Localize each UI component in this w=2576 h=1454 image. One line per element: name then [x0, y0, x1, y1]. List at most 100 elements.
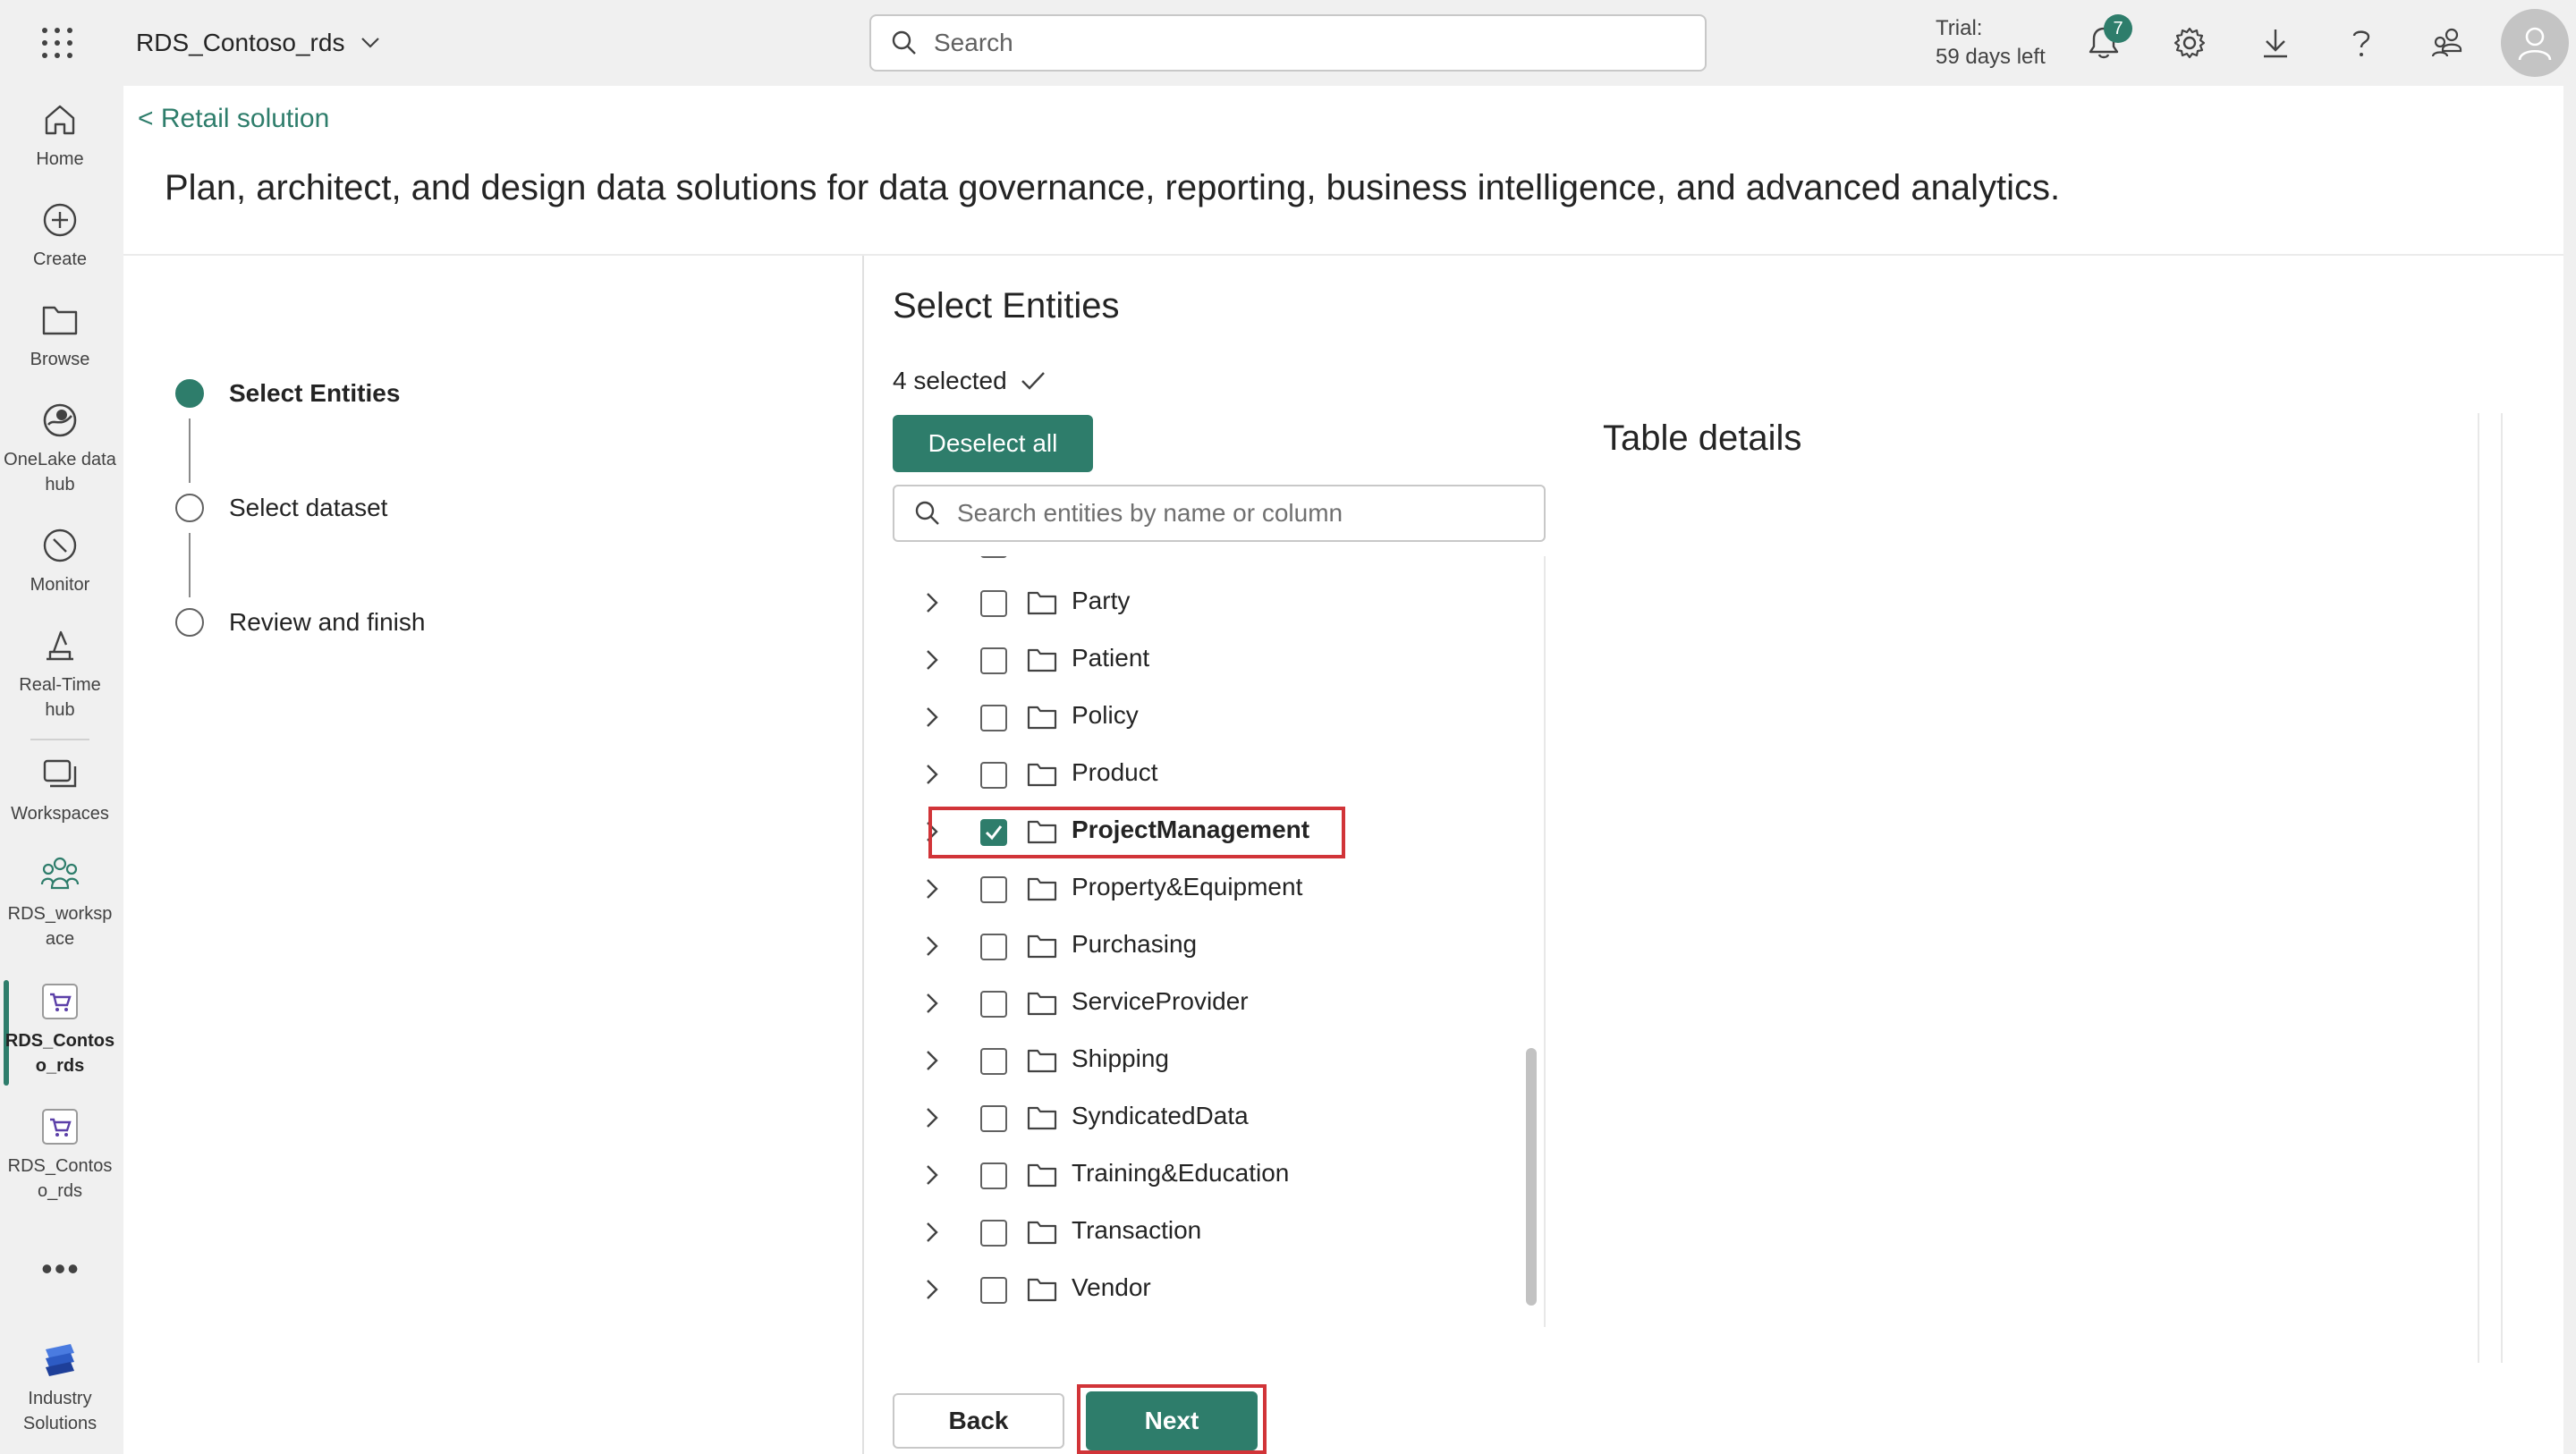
onelake-icon	[38, 399, 81, 442]
tree-row-serviceprovider[interactable]: ServiceProvider	[893, 975, 1519, 1032]
chevron-right-icon[interactable]	[919, 1162, 945, 1188]
chevron-right-icon[interactable]	[919, 1277, 945, 1302]
chevron-right-icon[interactable]	[919, 705, 945, 730]
next-button[interactable]: Next	[1086, 1391, 1258, 1450]
back-button[interactable]: Back	[893, 1393, 1064, 1449]
tree-row-purchasing[interactable]: Purchasing	[893, 917, 1519, 975]
step-review-and-finish: Review and finish	[175, 608, 425, 637]
rail-label: Browse	[30, 350, 90, 369]
workspace-name: RDS_Contoso_rds	[136, 29, 345, 56]
folder-icon	[1027, 590, 1057, 615]
tree-row-training-education[interactable]: Training&Education	[893, 1146, 1519, 1204]
cart-icon	[38, 980, 81, 1023]
entity-name: Transaction	[1072, 1216, 1202, 1244]
entity-checkbox[interactable]	[980, 1220, 1007, 1247]
entity-checkbox[interactable]	[980, 876, 1007, 903]
rail-more-button[interactable]: •••	[39, 1250, 82, 1288]
tree-row-patient[interactable]: Patient	[893, 631, 1519, 689]
notifications-button[interactable]: 7	[2082, 14, 2132, 64]
entity-checkbox[interactable]	[980, 590, 1007, 617]
tree-row-shipping[interactable]: Shipping	[893, 1032, 1519, 1089]
entity-checkbox-checked[interactable]	[980, 819, 1007, 846]
back-to-retail-solution-link[interactable]: < Retail solution	[138, 104, 329, 134]
step-indicator	[175, 494, 204, 522]
rail-item-industry-solutions[interactable]: Industry Solutions	[0, 1338, 120, 1436]
top-bar: RDS_Contoso_rds Trial: 59 days left 7	[0, 0, 2576, 86]
search-input[interactable]	[934, 29, 1667, 57]
tree-scrollbar-thumb[interactable]	[1526, 1048, 1537, 1306]
entity-name: Property&Equipment	[1072, 873, 1303, 900]
step-indicator	[175, 608, 204, 637]
chevron-right-icon[interactable]	[919, 819, 945, 844]
rail-item-realtime-hub[interactable]: Real-Time hub	[0, 624, 120, 723]
entity-checkbox[interactable]	[980, 762, 1007, 789]
rail-item-onelake[interactable]: OneLake data hub	[0, 399, 120, 497]
chevron-right-icon[interactable]	[919, 590, 945, 615]
people-share-icon	[2430, 26, 2464, 60]
entity-name: Training&Education	[1072, 1159, 1290, 1187]
tree-row-property-equipment[interactable]: Property&Equipment	[893, 860, 1519, 917]
search-icon	[891, 30, 918, 56]
share-feedback-button[interactable]	[2426, 21, 2469, 64]
entity-checkbox[interactable]	[980, 934, 1007, 960]
entity-checkbox[interactable]	[980, 1105, 1007, 1132]
trial-status[interactable]: Trial: 59 days left	[1936, 14, 2046, 72]
entity-checkbox[interactable]	[980, 647, 1007, 674]
user-avatar[interactable]	[2501, 9, 2569, 77]
entity-name: Vendor	[1072, 1273, 1151, 1301]
step-select-dataset: Select dataset	[175, 494, 387, 522]
table-details-divider	[2478, 413, 2479, 1363]
entity-checkbox[interactable]	[980, 1048, 1007, 1075]
step-indicator	[175, 379, 204, 408]
entity-search[interactable]	[893, 485, 1546, 542]
folder-icon	[1027, 876, 1057, 901]
chevron-right-icon[interactable]	[919, 1105, 945, 1130]
tree-row-projectmanagement[interactable]: ProjectManagement	[893, 803, 1519, 860]
rail-label: RDS_Contos o_rds	[7, 1156, 113, 1201]
tree-row-party[interactable]: Party	[893, 574, 1519, 631]
entity-checkbox[interactable]	[980, 705, 1007, 731]
tree-row-syndicateddata[interactable]: SyndicatedData	[893, 1089, 1519, 1146]
app-launcher-icon[interactable]	[39, 25, 75, 61]
rail-item-rds-contoso-active[interactable]: RDS_Contos o_rds	[0, 980, 120, 1078]
tree-row-transaction[interactable]: Transaction	[893, 1204, 1519, 1261]
tree-row-vendor[interactable]: Vendor	[893, 1261, 1519, 1318]
entity-checkbox[interactable]	[980, 1277, 1007, 1304]
chevron-right-icon[interactable]	[919, 647, 945, 672]
section-title: Select Entities	[893, 286, 1120, 325]
rail-label: RDS_Contos o_rds	[4, 1031, 115, 1076]
chevron-right-icon[interactable]	[919, 876, 945, 901]
help-button[interactable]	[2340, 21, 2383, 64]
global-search[interactable]	[869, 14, 1707, 72]
rail-label: Monitor	[30, 575, 90, 595]
download-icon	[2260, 27, 2291, 59]
download-button[interactable]	[2254, 21, 2297, 64]
rail-item-home[interactable]: Home	[0, 98, 120, 172]
entity-checkbox[interactable]	[980, 1162, 1007, 1189]
chevron-right-icon[interactable]	[919, 762, 945, 787]
folder-icon	[1027, 1220, 1057, 1245]
selected-count-label: 4 selected	[893, 367, 1007, 394]
rail-item-rds-contoso[interactable]: RDS_Contos o_rds	[0, 1105, 120, 1204]
rail-item-browse[interactable]: Browse	[0, 299, 120, 372]
rail-item-monitor[interactable]: Monitor	[0, 524, 120, 597]
settings-button[interactable]	[2168, 21, 2211, 64]
home-icon	[38, 98, 81, 141]
entity-checkbox[interactable]	[980, 991, 1007, 1018]
chevron-right-icon[interactable]	[919, 1048, 945, 1073]
chevron-right-icon[interactable]	[919, 991, 945, 1016]
chevron-right-icon[interactable]	[919, 1220, 945, 1245]
search-icon	[914, 500, 941, 527]
deselect-all-button[interactable]: Deselect all	[893, 415, 1093, 472]
chevron-right-icon[interactable]	[919, 934, 945, 959]
step-label: Select dataset	[229, 494, 388, 521]
rail-item-workspaces[interactable]: Workspaces	[0, 753, 120, 826]
entity-name: ServiceProvider	[1072, 987, 1249, 1015]
tree-row-product[interactable]: Product	[893, 746, 1519, 803]
tree-row-policy[interactable]: Policy	[893, 689, 1519, 746]
entity-name: Purchasing	[1072, 930, 1198, 958]
rail-item-create[interactable]: Create	[0, 199, 120, 272]
workspace-switcher[interactable]: RDS_Contoso_rds	[136, 25, 380, 61]
entity-search-input[interactable]	[957, 499, 1530, 528]
rail-item-rds-workspace[interactable]: RDS_worksp ace	[0, 853, 120, 951]
